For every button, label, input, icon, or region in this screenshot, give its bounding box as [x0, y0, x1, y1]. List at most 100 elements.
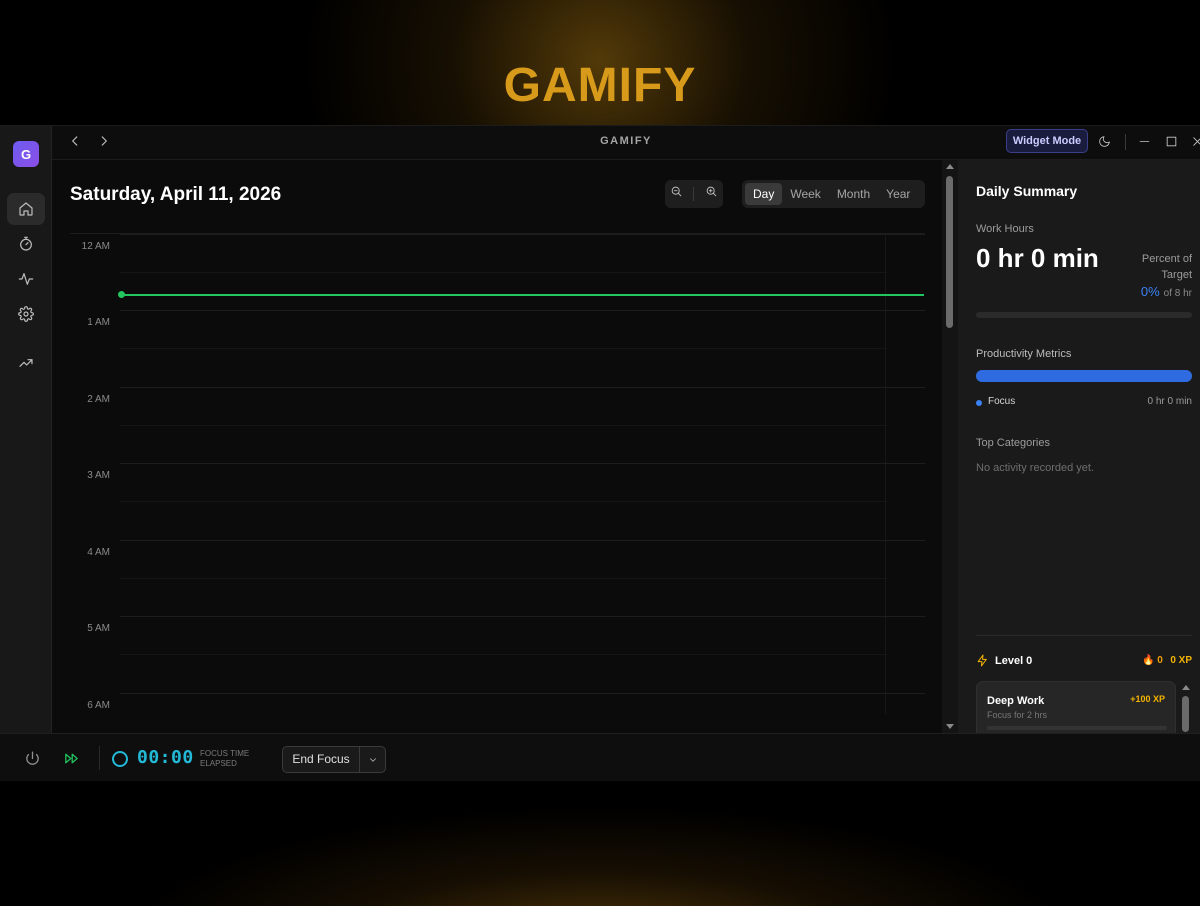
power-button[interactable] — [24, 750, 41, 767]
titlebar-divider — [1125, 134, 1126, 150]
hour-row: 3 AM — [70, 463, 925, 540]
minimize-icon — [1139, 140, 1149, 142]
hour-row: 12 AM — [70, 234, 925, 311]
stopwatch-icon — [20, 236, 32, 251]
scroll-thumb[interactable] — [946, 176, 953, 328]
sidebar-rail: G — [0, 126, 52, 733]
half-hour-gridline — [120, 654, 887, 655]
hour-row: 2 AM — [70, 387, 925, 464]
timer-ring-icon — [112, 751, 128, 767]
focus-timer: 00:00 — [137, 747, 194, 768]
sidebar-item-trends[interactable] — [7, 347, 45, 379]
current-time-dot — [118, 291, 125, 298]
top-categories-label: Top Categories — [976, 437, 1050, 449]
focus-legend-label: Focus — [988, 396, 1016, 407]
app-window: G GAMIFY Widget Mode Saturday, April 11,… — [0, 125, 1200, 781]
day-timeline[interactable]: 12 AM 1 AM 2 AM 3 AM 4 AM 5 AM 6 AM — [70, 233, 925, 733]
sidebar-item-timer[interactable] — [7, 228, 45, 260]
hour-row: 1 AM — [70, 310, 925, 387]
lightning-icon — [976, 654, 989, 667]
app-logo[interactable]: G — [13, 141, 39, 167]
tab-month[interactable]: Month — [829, 183, 878, 205]
hour-row: 5 AM — [70, 616, 925, 693]
sidebar-item-home[interactable] — [7, 193, 45, 225]
focus-legend-dot — [976, 400, 982, 406]
hero-title: GAMIFY — [503, 59, 697, 112]
calendar-scrollbar[interactable] — [942, 160, 958, 733]
quest-card[interactable]: Deep Work +100 XP Focus for 2 hrs — [976, 681, 1176, 733]
date-title: Saturday, April 11, 2026 — [70, 184, 282, 205]
maximize-icon — [1166, 136, 1176, 146]
trending-up-icon — [19, 359, 33, 367]
hour-label: 1 AM — [87, 317, 110, 328]
hour-label: 2 AM — [87, 394, 110, 405]
streak-count: 🔥 0 — [1142, 655, 1163, 666]
half-hour-gridline — [120, 348, 887, 349]
close-icon — [1192, 136, 1200, 146]
half-hour-gridline — [120, 578, 887, 579]
tab-day[interactable]: Day — [745, 183, 783, 205]
sidebar-item-activity[interactable] — [7, 263, 45, 295]
maximize-button[interactable] — [1163, 133, 1179, 149]
power-icon — [26, 751, 39, 765]
hour-row: 6 AM — [70, 693, 925, 733]
half-hour-gridline — [120, 272, 887, 273]
tab-week[interactable]: Week — [782, 183, 828, 205]
quest-subtitle: Focus for 2 hrs — [987, 710, 1048, 720]
quest-scroll-thumb[interactable] — [1182, 696, 1189, 732]
percent-of-target: 0% of 8 hr — [1141, 284, 1192, 299]
focus-timer-label: FOCUS TIME ELAPSED — [200, 749, 250, 768]
percent-target: of 8 hr — [1163, 288, 1192, 299]
sidebar-item-settings[interactable] — [7, 298, 45, 330]
background-glow-bottom — [0, 770, 1200, 906]
home-icon — [19, 202, 33, 216]
hour-gridline — [120, 387, 925, 388]
quest-xp: +100 XP — [1130, 694, 1165, 704]
activity-icon — [18, 273, 34, 285]
gear-icon — [18, 306, 34, 322]
focus-bar: 00:00 FOCUS TIME ELAPSED End Focus — [0, 733, 1200, 781]
end-focus-dropdown[interactable] — [360, 755, 385, 765]
moon-icon — [1098, 135, 1110, 147]
zoom-controls — [665, 180, 723, 208]
hour-gridline — [120, 540, 925, 541]
tab-year[interactable]: Year — [878, 183, 918, 205]
current-time-line — [121, 294, 924, 296]
close-button[interactable] — [1189, 133, 1200, 149]
daily-summary-panel: Daily Summary Work Hours 0 hr 0 min Perc… — [958, 160, 1200, 733]
widget-mode-button[interactable]: Widget Mode — [1006, 129, 1088, 153]
quest-scroll-up[interactable] — [1182, 685, 1190, 690]
hour-label: 5 AM — [87, 623, 110, 634]
xp-total: 0 XP — [1170, 655, 1192, 666]
title-bar: GAMIFY Widget Mode — [52, 126, 1200, 160]
scroll-up-arrow[interactable] — [946, 164, 954, 169]
theme-toggle-button[interactable] — [1096, 133, 1112, 149]
zoom-in-icon — [706, 186, 717, 197]
focus-legend-value: 0 hr 0 min — [1147, 396, 1192, 407]
zoom-divider — [693, 187, 695, 201]
end-focus-button[interactable]: End Focus — [283, 747, 360, 772]
scroll-down-arrow[interactable] — [946, 724, 954, 729]
calendar-panel: Saturday, April 11, 2026 Day Week Month … — [52, 160, 942, 733]
level-label: Level 0 — [995, 655, 1033, 667]
productivity-bar — [976, 370, 1192, 382]
streak-value: 0 — [1157, 655, 1163, 666]
quest-scrollbar[interactable] — [1180, 683, 1192, 733]
fast-forward-icon — [65, 753, 78, 764]
minimize-button[interactable] — [1136, 133, 1152, 149]
skip-forward-button[interactable] — [63, 750, 80, 767]
half-hour-gridline — [120, 425, 887, 426]
hour-gridline — [120, 463, 925, 464]
summary-title: Daily Summary — [976, 183, 1078, 199]
work-hours-label: Work Hours — [976, 223, 1034, 235]
top-categories-empty: No activity recorded yet. — [976, 462, 1094, 474]
zoom-out-icon — [671, 186, 682, 197]
quest-progress-bar — [987, 726, 1167, 730]
hour-label: 3 AM — [87, 470, 110, 481]
focus-bar-divider — [99, 746, 100, 770]
percent-of-target-label: Percent of Target — [1141, 253, 1192, 281]
zoom-out-button[interactable] — [670, 185, 683, 203]
end-focus-split-button: End Focus — [282, 746, 386, 773]
quest-title: Deep Work — [987, 695, 1045, 707]
zoom-in-button[interactable] — [705, 185, 718, 203]
